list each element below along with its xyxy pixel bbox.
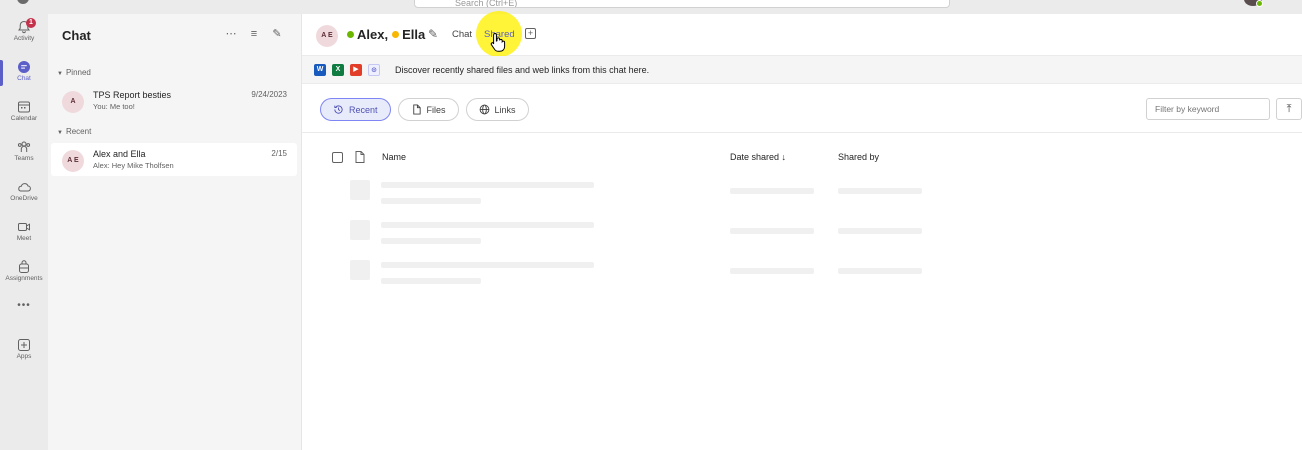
banner-text: Discover recently shared files and web l… [395,65,650,75]
chat-item-alex-ella[interactable]: A E Alex and Ella Alex: Hey Mike Tholfse… [51,143,297,176]
rail-item-meet[interactable]: Meet [0,216,48,254]
add-apps-icon [18,339,30,351]
cloud-icon [18,183,31,192]
hand-pointer-icon [490,32,506,52]
word-icon: W [314,64,326,76]
chat-title: Alex, Ella [347,27,425,42]
chat-list-panel: Chat ⋯ ≡ ✎ ▼ Pinned A TPS Report besties … [48,14,302,450]
loading-row [302,180,1302,210]
tab-chat[interactable]: Chat [452,29,472,40]
teams-icon [17,141,31,152]
more-options-icon[interactable]: ⋯ [224,27,238,41]
presence-dot [1256,0,1263,7]
presence-away-icon [392,31,400,38]
filter-recent-button[interactable]: Recent [320,98,391,121]
rail-label: Activity [13,35,35,42]
new-chat-icon[interactable]: ✎ [270,27,284,41]
chat-list-title: Chat [62,28,91,43]
chevron-down-icon: ▼ [57,130,63,136]
presence-available-icon [347,31,354,38]
search-box[interactable]: Search (Ctrl+E) [414,0,950,8]
group-avatar: A E [316,25,338,47]
app-rail: 1 Activity Chat Calendar Teams OneDrive … [0,14,48,450]
select-all-checkbox[interactable] [332,152,343,163]
rail-item-assignments[interactable]: Assignments [0,256,48,294]
participant-ella: Ella [402,27,426,42]
loading-row [302,220,1302,250]
rail-item-chat[interactable]: Chat [0,56,48,94]
filter-icon[interactable]: ≡ [247,27,261,41]
participant-alex: Alex, [357,27,389,42]
globe-icon [479,104,489,115]
avatar: A E [62,150,84,172]
rail-item-calendar[interactable]: Calendar [0,96,48,134]
section-pinned[interactable]: ▼ Pinned [57,68,91,77]
chat-icon [18,61,30,73]
rail-item-teams[interactable]: Teams [0,136,48,174]
rail-label: Teams [14,155,34,162]
table-header: Name Date shared ↓ Shared by [302,150,1302,166]
section-recent[interactable]: ▼ Recent [57,127,91,136]
chat-item-preview: Alex: Hey Mike Tholfsen [93,161,174,170]
filter-pills: Recent Files Links [320,98,529,121]
title-bar: Search (Ctrl+E) [0,0,1302,14]
rail-label: OneDrive [10,195,38,202]
more-apps-button[interactable]: ••• [0,300,48,316]
activity-badge: 1 [26,18,36,28]
upload-icon[interactable]: ⤒ [1276,98,1302,120]
rail-label: Apps [16,353,32,360]
filter-links-button[interactable]: Links [465,98,529,121]
excel-icon: X [332,64,344,76]
backpack-icon [19,260,29,273]
rail-label: Calendar [10,115,38,122]
filter-files-button[interactable]: Files [397,98,459,121]
sort-down-icon: ↓ [781,152,787,162]
video-icon [18,223,30,231]
add-tab-button[interactable]: + [525,28,536,39]
column-name[interactable]: Name [382,152,406,162]
chat-item-name: Alex and Ella [93,149,146,159]
chat-header: A E Alex, Ella ✎ Chat Shared + [302,11,1302,57]
column-date-shared[interactable]: Date shared ↓ [730,152,786,162]
column-shared-by[interactable]: Shared by [838,152,879,162]
rail-item-onedrive[interactable]: OneDrive [0,176,48,214]
link-icon: ⊙ [368,64,380,76]
rail-item-activity[interactable]: 1 Activity [0,16,48,54]
chat-item-tps-report[interactable]: A TPS Report besties You: Me too! 9/24/2… [51,84,297,117]
history-icon [334,105,343,114]
chat-item-name: TPS Report besties [93,90,172,100]
rail-item-apps[interactable]: Apps [0,334,48,372]
rail-label: Chat [17,75,31,82]
loading-row [302,260,1302,290]
chat-item-preview: You: Me too! [93,102,135,111]
youtube-icon: ▶ [350,64,362,76]
rail-label: Meet [16,235,32,242]
chat-item-date: 9/24/2023 [251,90,287,99]
chevron-down-icon: ▼ [57,71,63,77]
shared-info-banner: W X ▶ ⊙ Discover recently shared files a… [302,56,1302,84]
avatar: A [62,91,84,113]
document-icon [412,104,421,115]
calendar-icon [18,101,30,113]
rail-label: Assignments [5,275,43,282]
filter-keyword-input[interactable] [1146,98,1270,120]
rename-pencil-icon[interactable]: ✎ [428,27,438,41]
chat-item-date: 2/15 [271,149,287,158]
divider [302,132,1302,133]
chat-main-pane: A E Alex, Ella ✎ Chat Shared + W X ▶ ⊙ D… [302,11,1302,450]
teams-logo-icon [17,0,29,4]
file-type-icon [355,151,365,163]
